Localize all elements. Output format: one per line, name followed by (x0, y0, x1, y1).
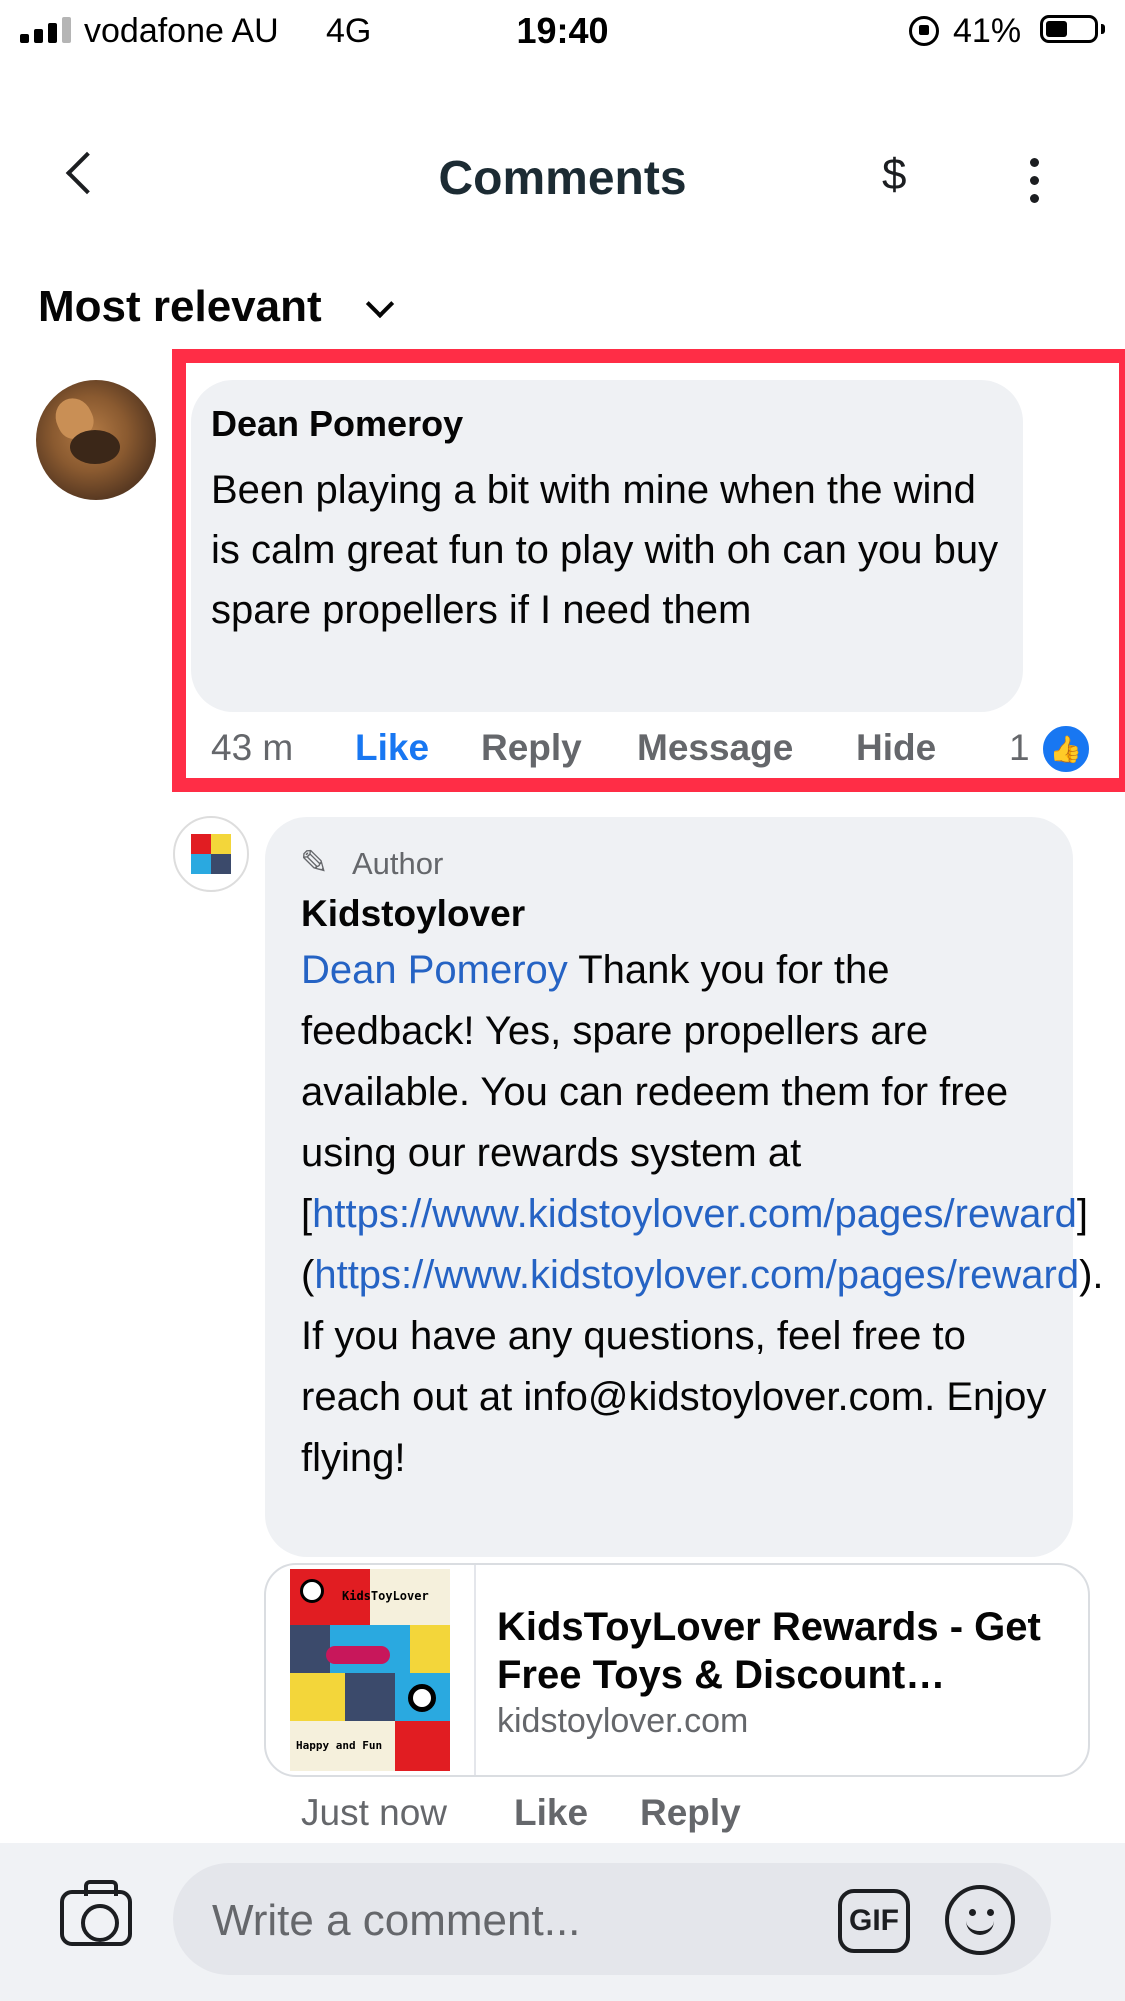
reply-button[interactable]: Reply (481, 727, 582, 769)
link-domain: kidstoylover.com (497, 1702, 749, 1740)
author-badge: Author (352, 846, 444, 881)
avatar[interactable] (36, 380, 156, 500)
message-button[interactable]: Message (637, 727, 793, 769)
more-options-icon[interactable] (1030, 158, 1039, 203)
page-title: Comments (438, 152, 687, 205)
battery-tip (1101, 24, 1105, 34)
comment-text: Been playing a bit with mine when the wi… (211, 468, 999, 632)
chevron-down-icon[interactable] (365, 289, 395, 319)
reward-link[interactable]: https://www.kidstoylover.com/pages/rewar… (312, 1192, 1077, 1236)
comment-input-placeholder[interactable]: Write a comment... (212, 1896, 580, 1946)
page-avatar[interactable] (173, 816, 249, 892)
sort-dropdown[interactable]: Most relevant (38, 282, 322, 332)
reply-like-button[interactable]: Like (514, 1792, 588, 1834)
gif-icon[interactable]: GIF (838, 1889, 910, 1953)
reply-reply-button[interactable]: Reply (640, 1792, 741, 1834)
reply-text: Dean Pomeroy Thank you for the feedback!… (301, 940, 1104, 1489)
thumb-logo-text: KidsToyLover (342, 1589, 429, 1603)
orientation-lock-icon (909, 16, 939, 46)
hide-button[interactable]: Hide (856, 727, 936, 769)
battery-percent: 41% (953, 12, 1022, 50)
card-divider (474, 1565, 476, 1775)
comment-time: 43 m (211, 727, 294, 768)
dollar-icon[interactable]: $ (882, 150, 906, 200)
reaction-count[interactable]: 1 (1009, 727, 1030, 769)
thumbs-up-icon[interactable]: 👍 (1040, 723, 1092, 775)
comment-author[interactable]: Dean Pomeroy (211, 403, 463, 445)
thumb-tagline: Happy and Fun (296, 1739, 383, 1752)
reply-author[interactable]: Kidstoylover (301, 893, 525, 935)
emoji-icon[interactable] (945, 1885, 1015, 1955)
link-thumbnail: KidsToyLover Happy and Fun (290, 1569, 450, 1771)
status-bar: vodafone AU 4G 19:40 41% (0, 0, 1125, 64)
like-button[interactable]: Like (355, 727, 429, 769)
mention-link[interactable]: Dean Pomeroy (301, 948, 568, 992)
author-pen-icon: ✎ (300, 844, 329, 882)
reward-link-2[interactable]: https://www.kidstoylover.com/pages/rewar… (314, 1253, 1079, 1297)
link-title[interactable]: KidsToyLover Rewards - Get Free Toys & D… (497, 1603, 1067, 1699)
reply-time: Just now (301, 1792, 448, 1833)
battery-icon (1040, 15, 1098, 43)
camera-icon[interactable] (60, 1880, 132, 1946)
